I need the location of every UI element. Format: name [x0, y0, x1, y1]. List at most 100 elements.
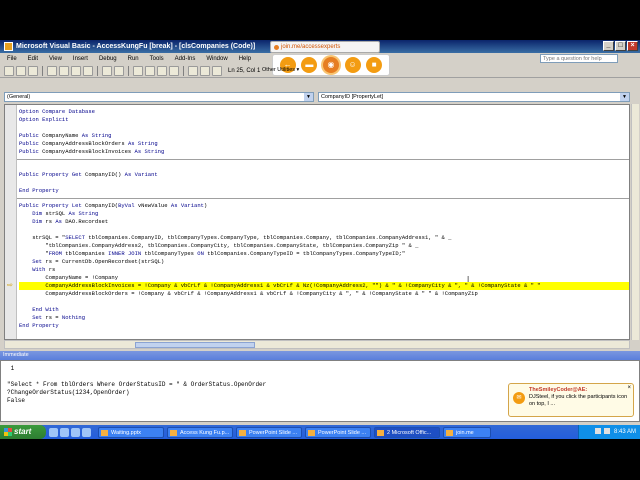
code-line[interactable]: Dim rs As DAO.Recordset [19, 218, 629, 226]
code-horizontal-scrollbar[interactable] [4, 340, 630, 349]
start-label: start [14, 427, 32, 436]
taskbar-item[interactable]: join.me [443, 426, 491, 438]
menu-help[interactable]: Help [238, 56, 252, 62]
immediate-window-title: Immediate [0, 351, 640, 360]
undo-icon[interactable] [102, 65, 112, 76]
code-line[interactable] [19, 163, 629, 171]
other-utilities-menu[interactable]: Other Utilities ▾ [262, 67, 299, 73]
menu-window[interactable]: Window [205, 56, 228, 62]
design-mode-icon[interactable] [169, 65, 179, 76]
standard-toolbar: Ln 25, Col 1 Other Utilities ▾ [0, 64, 640, 78]
text-cursor-icon: I [467, 275, 470, 284]
help-search-input[interactable]: Type a question for help [540, 54, 618, 63]
current-execution-line[interactable]: CompanyAddressBlockInvoices = !Company &… [19, 282, 629, 290]
screen: Microsoft Visual Basic - AccessKungFu [b… [0, 0, 640, 480]
scrollbar-thumb[interactable] [135, 342, 255, 348]
chat-sender: TheSmileyCoder@AE: [529, 387, 588, 393]
code-line[interactable] [19, 124, 629, 132]
window-controls: _ □ × [603, 41, 638, 51]
project-explorer-icon[interactable] [188, 65, 198, 76]
code-line[interactable]: "FROM tblCompanies INNER JOIN tblCompany… [19, 250, 629, 258]
taskbar-item-label: Waiting.pptx [111, 429, 142, 436]
procedure-combo-value: CompanyID [PropertyLet] [321, 94, 384, 100]
menu-tools[interactable]: Tools [149, 56, 165, 62]
code-line[interactable] [19, 298, 629, 306]
object-combo[interactable]: (General) ▼ [4, 92, 314, 102]
break-icon[interactable] [145, 65, 155, 76]
code-line[interactable]: End Property [19, 187, 629, 195]
taskbar-item-label: PowerPoint Slide ... [318, 429, 366, 436]
taskbar-item[interactable]: Waiting.pptx [98, 426, 164, 438]
menu-view[interactable]: View [48, 56, 63, 62]
view-access-icon[interactable] [4, 65, 14, 76]
quick-launch-icon[interactable] [71, 427, 80, 437]
chevron-down-icon[interactable]: ▼ [304, 93, 313, 101]
code-line[interactable]: strSQL = "SELECT tblCompanies.CompanyID,… [19, 234, 629, 242]
menu-insert[interactable]: Insert [72, 56, 89, 62]
code-line[interactable]: With rs [19, 266, 629, 274]
code-line[interactable]: Public Property Let CompanyID(ByVal vNew… [19, 202, 629, 210]
insert-module-icon[interactable] [16, 65, 26, 76]
taskbar-item-active[interactable]: 2 Microsoft Offic... [374, 426, 440, 438]
find-icon[interactable] [83, 65, 93, 76]
run-icon[interactable] [133, 65, 143, 76]
copy-icon[interactable] [59, 65, 69, 76]
code-lines[interactable]: Option Compare Database Option Explicit Pu… [17, 108, 629, 330]
quick-launch-icon[interactable] [82, 427, 91, 437]
breakpoint-margin[interactable] [5, 105, 17, 339]
object-browser-icon[interactable] [212, 65, 222, 76]
taskbar-item[interactable]: PowerPoint Slide ... [236, 426, 302, 438]
code-line[interactable] [19, 179, 629, 187]
chat-notification[interactable]: ✉ TheSmileyCoder@AE: DJSteel, if you cli… [508, 383, 634, 417]
paste-icon[interactable] [71, 65, 81, 76]
close-icon[interactable]: × [627, 385, 631, 392]
tray-icon[interactable] [594, 428, 601, 435]
chevron-down-icon[interactable]: ▼ [620, 93, 629, 101]
code-line[interactable]: CompanyName = !Company [19, 274, 629, 282]
taskbar-item[interactable]: Access Kung Fu.p... [167, 426, 233, 438]
code-line[interactable]: Dim strSQL As String [19, 210, 629, 218]
immediate-line: 1 [7, 365, 15, 372]
taskbar-item[interactable]: PowerPoint Slide ... [305, 426, 371, 438]
code-line[interactable] [19, 226, 629, 234]
code-line[interactable]: "tblCompanies.CompanyAddress2, tblCompan… [19, 242, 629, 250]
code-editor[interactable]: Option Compare Database Option Explicit Pu… [4, 104, 630, 340]
minimize-button[interactable]: _ [603, 41, 614, 51]
letterbox-bottom [0, 439, 640, 480]
code-line[interactable]: End With [19, 306, 629, 314]
joinme-url-bar[interactable]: join.me/accessexperts [270, 41, 380, 53]
toolbar-separator [97, 65, 98, 76]
clock: 8:43 AM [613, 429, 636, 435]
reset-icon[interactable] [157, 65, 167, 76]
tray-icon[interactable] [604, 428, 611, 435]
code-line[interactable]: Public CompanyAddressBlockInvoices As St… [19, 148, 629, 156]
code-line[interactable]: Option Compare Database [19, 108, 629, 116]
chat-message: DJSteel, if you click the participants i… [529, 394, 628, 407]
menu-edit[interactable]: Edit [27, 56, 39, 62]
quick-launch-icon[interactable] [49, 427, 58, 437]
maximize-button[interactable]: □ [615, 41, 626, 51]
menu-run[interactable]: Run [127, 56, 140, 62]
code-line[interactable]: Set rs = CurrentDb.OpenRecordset(strSQL) [19, 258, 629, 266]
code-line[interactable]: Public CompanyAddressBlockOrders As Stri… [19, 140, 629, 148]
menu-debug[interactable]: Debug [98, 56, 118, 62]
code-line[interactable]: CompanyAddressBlockOrders = !Company & v… [19, 290, 629, 298]
close-button[interactable]: × [627, 41, 638, 51]
code-line[interactable]: Option Explicit [19, 116, 629, 124]
menu-addins[interactable]: Add-Ins [174, 56, 197, 62]
vba-app-icon [4, 42, 13, 51]
cut-icon[interactable] [47, 65, 57, 76]
code-line[interactable]: Set rs = Nothing [19, 314, 629, 322]
menu-file[interactable]: File [6, 56, 18, 62]
code-vertical-scrollbar[interactable] [631, 104, 639, 340]
code-line[interactable]: Public CompanyName As String [19, 132, 629, 140]
procedure-combo[interactable]: CompanyID [PropertyLet] ▼ [318, 92, 630, 102]
redo-icon[interactable] [114, 65, 124, 76]
app-icon [446, 429, 453, 436]
code-line[interactable]: End Property [19, 322, 629, 330]
quick-launch-icon[interactable] [60, 427, 69, 437]
properties-icon[interactable] [200, 65, 210, 76]
save-icon[interactable] [28, 65, 38, 76]
start-button[interactable]: start [0, 425, 46, 439]
code-line[interactable]: Public Property Get CompanyID() As Varia… [19, 171, 629, 179]
